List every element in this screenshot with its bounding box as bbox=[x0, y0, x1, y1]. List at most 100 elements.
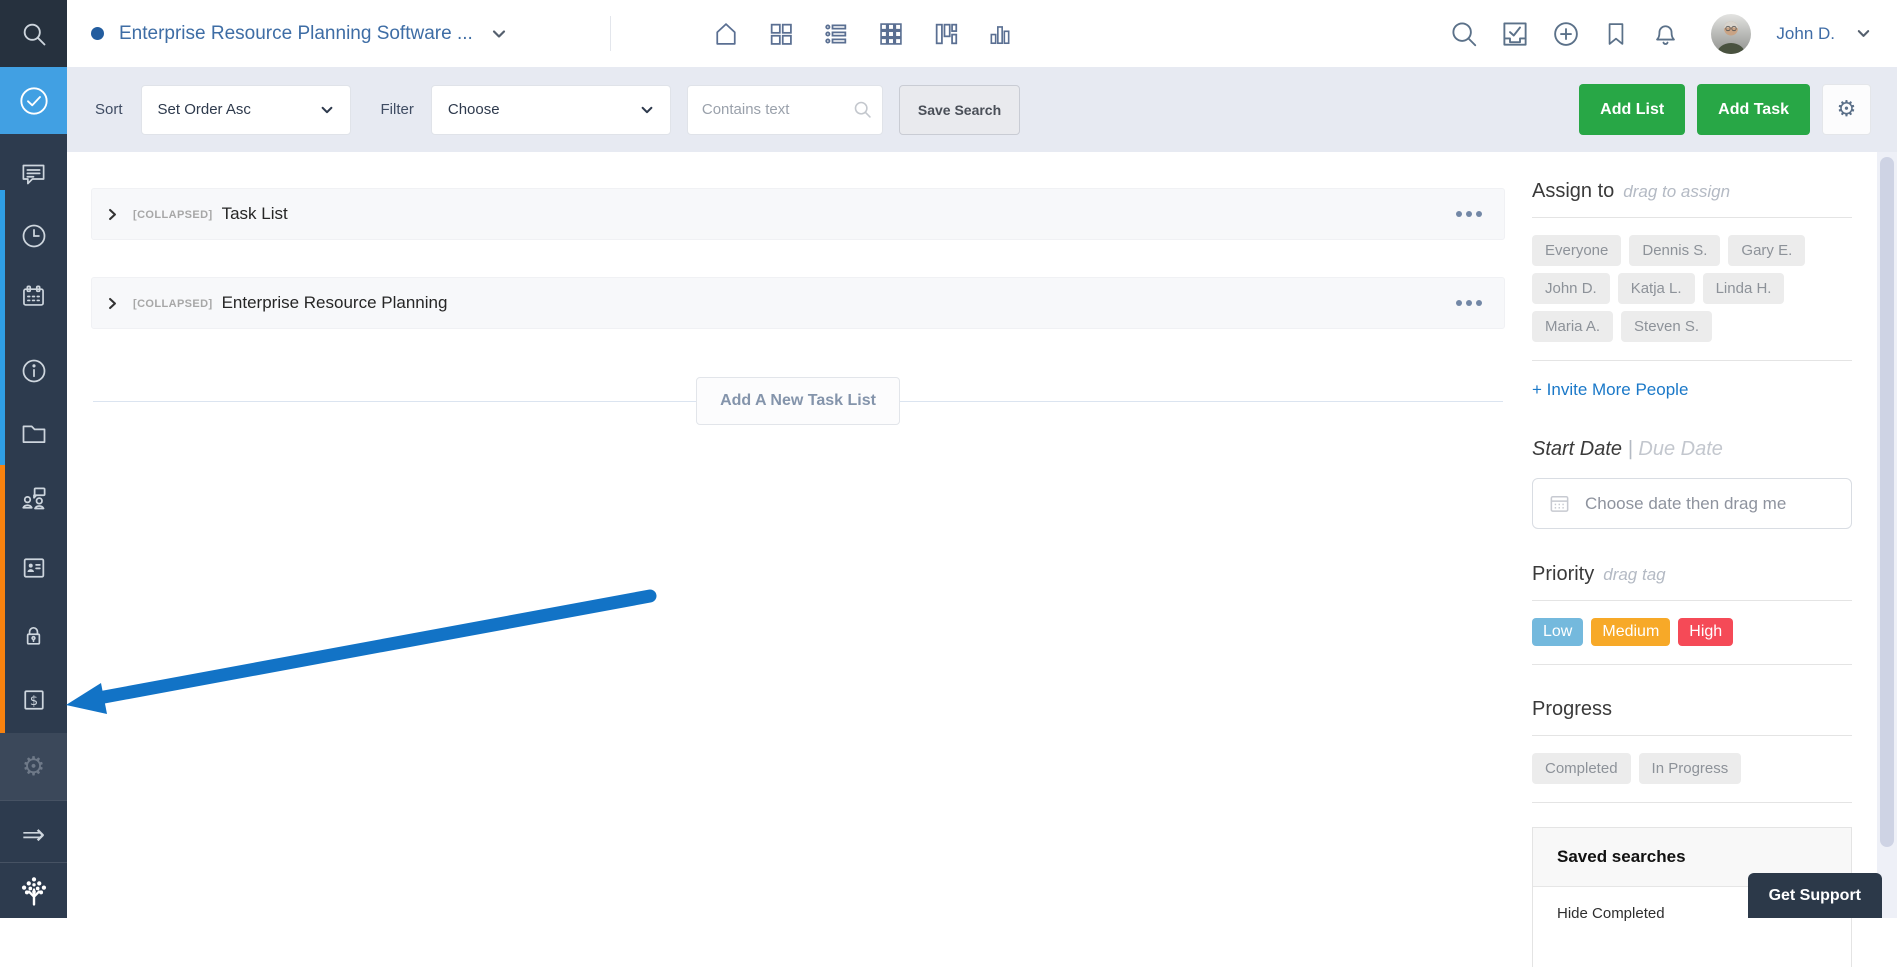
sidebar-item-wiki[interactable] bbox=[0, 337, 67, 404]
sidebar-item-calendar[interactable] bbox=[0, 263, 67, 330]
divider bbox=[1532, 802, 1852, 803]
progress-header: Progress bbox=[1532, 698, 1852, 721]
page-scrollbar[interactable] bbox=[1877, 67, 1897, 918]
sidebar-logo[interactable] bbox=[0, 862, 67, 918]
priority-tag-medium[interactable]: Medium bbox=[1591, 618, 1670, 646]
avatar-photo bbox=[1711, 14, 1751, 54]
contact-card-icon bbox=[20, 554, 48, 582]
sidebar-edge-indicator-blue bbox=[0, 190, 5, 465]
gear-icon: ⚙ bbox=[1837, 97, 1857, 122]
progress-title: Progress bbox=[1532, 698, 1612, 721]
collapsed-badge: [COLLAPSED] bbox=[133, 298, 213, 310]
assignee-tag[interactable]: Everyone bbox=[1532, 235, 1621, 266]
assignee-tag[interactable]: Linda H. bbox=[1703, 273, 1785, 304]
priority-title: Priority bbox=[1532, 563, 1594, 586]
save-search-button[interactable]: Save Search bbox=[899, 85, 1020, 135]
task-list-row[interactable]: [COLLAPSED] Enterprise Resource Planning bbox=[91, 277, 1505, 329]
assignee-tag[interactable]: Gary E. bbox=[1728, 235, 1805, 266]
collapsed-badge: [COLLAPSED] bbox=[133, 209, 213, 221]
expand-arrow-icon: ⇒ bbox=[22, 821, 45, 849]
progress-tag-completed[interactable]: Completed bbox=[1532, 753, 1631, 784]
get-support-button[interactable]: Get Support bbox=[1748, 873, 1882, 918]
my-tasks-icon[interactable] bbox=[1500, 19, 1530, 49]
priority-tag-high[interactable]: High bbox=[1678, 618, 1733, 646]
user-name[interactable]: John D. bbox=[1776, 24, 1835, 44]
assignee-tag[interactable]: John D. bbox=[1532, 273, 1610, 304]
sidebar-divider bbox=[0, 800, 67, 801]
project-title: Enterprise Resource Planning Software ..… bbox=[119, 23, 473, 45]
discussions-icon bbox=[20, 161, 47, 188]
scrollbar-thumb[interactable] bbox=[1880, 157, 1894, 847]
search-icon bbox=[852, 99, 873, 120]
assignee-tag[interactable]: Dennis S. bbox=[1629, 235, 1720, 266]
task-list-title: Task List bbox=[222, 204, 288, 224]
clock-icon bbox=[20, 222, 48, 250]
filter-select[interactable]: Choose bbox=[431, 85, 671, 135]
sidebar-item-contacts[interactable] bbox=[0, 534, 67, 601]
task-list-row[interactable]: [COLLAPSED] Task List bbox=[91, 188, 1505, 240]
sidebar-item-search[interactable] bbox=[0, 0, 67, 67]
tasks-check-icon bbox=[18, 85, 50, 117]
search-icon bbox=[20, 20, 48, 48]
choose-date-drag-handle[interactable]: Choose date then drag me bbox=[1532, 478, 1852, 529]
notifications-bell-icon[interactable] bbox=[1651, 19, 1680, 48]
divider bbox=[1532, 600, 1852, 601]
sidebar-expand-button[interactable]: ⇒ bbox=[0, 810, 67, 860]
sidebar-item-tasks-active[interactable] bbox=[0, 67, 67, 134]
add-task-list-section: Add A New Task List bbox=[91, 376, 1505, 426]
row-menu-button[interactable] bbox=[1454, 294, 1484, 312]
user-avatar[interactable] bbox=[1711, 14, 1751, 54]
lock-icon bbox=[20, 623, 47, 650]
sidebar-item-files[interactable] bbox=[0, 400, 67, 467]
global-search-icon[interactable] bbox=[1449, 19, 1479, 49]
calendar-icon bbox=[20, 283, 47, 310]
top-header: Enterprise Resource Planning Software ..… bbox=[67, 0, 1897, 67]
gear-icon: ⚙ bbox=[22, 754, 45, 780]
settings-gear-button[interactable]: ⚙ bbox=[1822, 84, 1871, 135]
calendar-icon bbox=[1548, 492, 1571, 515]
list-view-icon[interactable] bbox=[822, 20, 850, 48]
expand-chevron-icon[interactable] bbox=[106, 208, 119, 221]
sidebar-item-invoices[interactable]: $ bbox=[0, 666, 67, 733]
sort-label: Sort bbox=[95, 101, 123, 118]
date-separator: | bbox=[1628, 438, 1633, 460]
header-actions: John D. bbox=[1449, 0, 1871, 67]
sidebar-item-settings[interactable]: ⚙ bbox=[0, 733, 67, 800]
bookmark-icon[interactable] bbox=[1602, 20, 1630, 48]
add-task-button[interactable]: Add Task bbox=[1697, 84, 1810, 135]
grid-large-view-icon[interactable] bbox=[877, 20, 905, 48]
assign-to-header: Assign to drag to assign bbox=[1532, 180, 1852, 203]
invite-more-people-link[interactable]: + Invite More People bbox=[1532, 380, 1688, 400]
sidebar-item-discussions[interactable] bbox=[0, 141, 67, 208]
row-menu-button[interactable] bbox=[1454, 205, 1484, 223]
priority-tag-low[interactable]: Low bbox=[1532, 618, 1583, 646]
assignee-tag[interactable]: Maria A. bbox=[1532, 311, 1613, 342]
home-view-icon[interactable] bbox=[712, 20, 740, 48]
add-new-task-list-button[interactable]: Add A New Task List bbox=[696, 377, 900, 425]
project-switcher[interactable]: Enterprise Resource Planning Software ..… bbox=[91, 0, 507, 67]
assign-to-title: Assign to bbox=[1532, 180, 1614, 203]
expand-chevron-icon[interactable] bbox=[106, 297, 119, 310]
choose-date-label: Choose date then drag me bbox=[1585, 494, 1786, 514]
chevron-down-icon bbox=[491, 26, 507, 42]
view-switcher bbox=[712, 0, 1013, 67]
grid-view-icon[interactable] bbox=[767, 20, 795, 48]
sort-select[interactable]: Set Order Asc bbox=[141, 85, 351, 135]
chart-view-icon[interactable] bbox=[987, 21, 1013, 47]
divider bbox=[1532, 735, 1852, 736]
add-icon[interactable] bbox=[1551, 19, 1581, 49]
sidebar-item-time[interactable] bbox=[0, 202, 67, 269]
left-sidebar: $ ⚙ ⇒ bbox=[0, 0, 67, 918]
board-view-icon[interactable] bbox=[932, 20, 960, 48]
sidebar-item-crm[interactable] bbox=[0, 465, 67, 532]
assignee-tag[interactable]: Steven S. bbox=[1621, 311, 1712, 342]
due-date-label: Due Date bbox=[1638, 438, 1723, 460]
add-list-button[interactable]: Add List bbox=[1579, 84, 1685, 135]
sidebar-item-passwords[interactable] bbox=[0, 603, 67, 670]
divider bbox=[1532, 664, 1852, 665]
user-menu-chevron-icon[interactable] bbox=[1856, 26, 1871, 41]
progress-tag-inprogress[interactable]: In Progress bbox=[1639, 753, 1742, 784]
divider bbox=[1532, 217, 1852, 218]
assignee-tag[interactable]: Katja L. bbox=[1618, 273, 1695, 304]
people-chat-icon bbox=[19, 484, 49, 514]
